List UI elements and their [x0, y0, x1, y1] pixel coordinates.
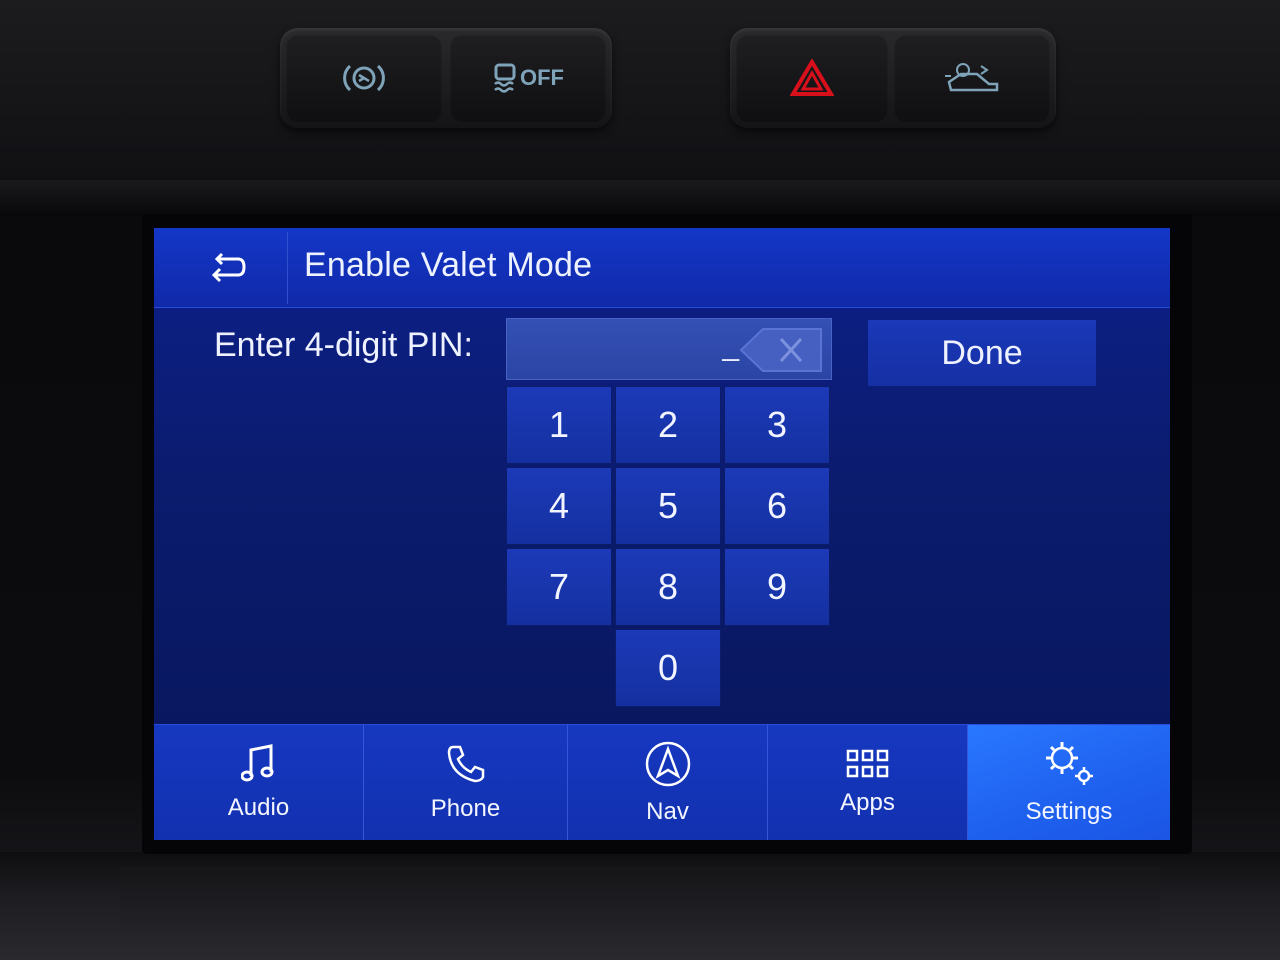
apps-grid-icon [846, 749, 888, 778]
nav-label-nav: Nav [646, 798, 689, 825]
pin-input[interactable]: _ [506, 318, 832, 380]
page-title: Enable Valet Mode [304, 246, 593, 284]
nav-item-phone[interactable]: Phone [364, 725, 568, 840]
bottom-nav: Audio Phone Nav Apps Settings [154, 724, 1170, 840]
nav-label-apps: Apps [840, 789, 895, 816]
drive-mode-button[interactable] [894, 34, 1050, 122]
traction-control-off-button[interactable]: OFF [450, 34, 606, 122]
key-1[interactable]: 1 [506, 386, 612, 464]
dashboard-lower-trim [0, 852, 1280, 960]
key-2[interactable]: 2 [615, 386, 721, 464]
key-4[interactable]: 4 [506, 467, 612, 545]
back-arrow-icon [211, 253, 246, 283]
backspace-icon [739, 328, 822, 372]
key-3[interactable]: 3 [724, 386, 830, 464]
title-bar: Enable Valet Mode [154, 228, 1170, 308]
button-pod-left: OFF [280, 28, 612, 128]
nav-label-audio: Audio [227, 794, 290, 821]
dashboard-ledge [120, 866, 1160, 926]
back-button[interactable] [168, 232, 288, 304]
nav-item-apps[interactable]: Apps [768, 725, 968, 840]
nav-item-nav[interactable]: Nav [568, 725, 768, 840]
traction-control-icon [494, 63, 516, 93]
key-7[interactable]: 7 [506, 548, 612, 626]
nav-item-settings[interactable]: Settings [968, 725, 1170, 840]
music-note-icon [240, 744, 273, 782]
backspace-button[interactable] [739, 327, 825, 373]
traction-off-text: OFF [520, 65, 564, 90]
key-8[interactable]: 8 [615, 548, 721, 626]
phone-icon [447, 745, 484, 783]
key-6[interactable]: 6 [724, 467, 830, 545]
pin-label: Enter 4-digit PIN: [214, 326, 473, 364]
nav-item-audio[interactable]: Audio [154, 725, 364, 840]
done-button[interactable]: Done [868, 320, 1096, 386]
pin-value: _ [722, 329, 739, 362]
infotainment-screen: Enable Valet Mode Enter 4-digit PIN: _ D… [154, 228, 1170, 840]
key-9[interactable]: 9 [724, 548, 830, 626]
hazard-button[interactable] [736, 34, 888, 122]
hazard-triangle-icon [790, 59, 834, 96]
settings-gear-icon [1046, 742, 1093, 785]
nav-label-phone: Phone [430, 795, 501, 822]
key-5[interactable]: 5 [615, 467, 721, 545]
keypad: 1 2 3 4 5 6 7 8 9 0 [504, 386, 834, 716]
nav-label-settings: Settings [1025, 798, 1113, 825]
key-0[interactable]: 0 [615, 629, 721, 707]
dashboard-trim [0, 180, 1280, 216]
brake-warning-icon [343, 64, 385, 92]
navigation-icon [645, 741, 690, 787]
brake-warning-button[interactable] [286, 34, 442, 122]
button-pod-right [730, 28, 1056, 128]
drive-mode-icon [945, 63, 999, 92]
